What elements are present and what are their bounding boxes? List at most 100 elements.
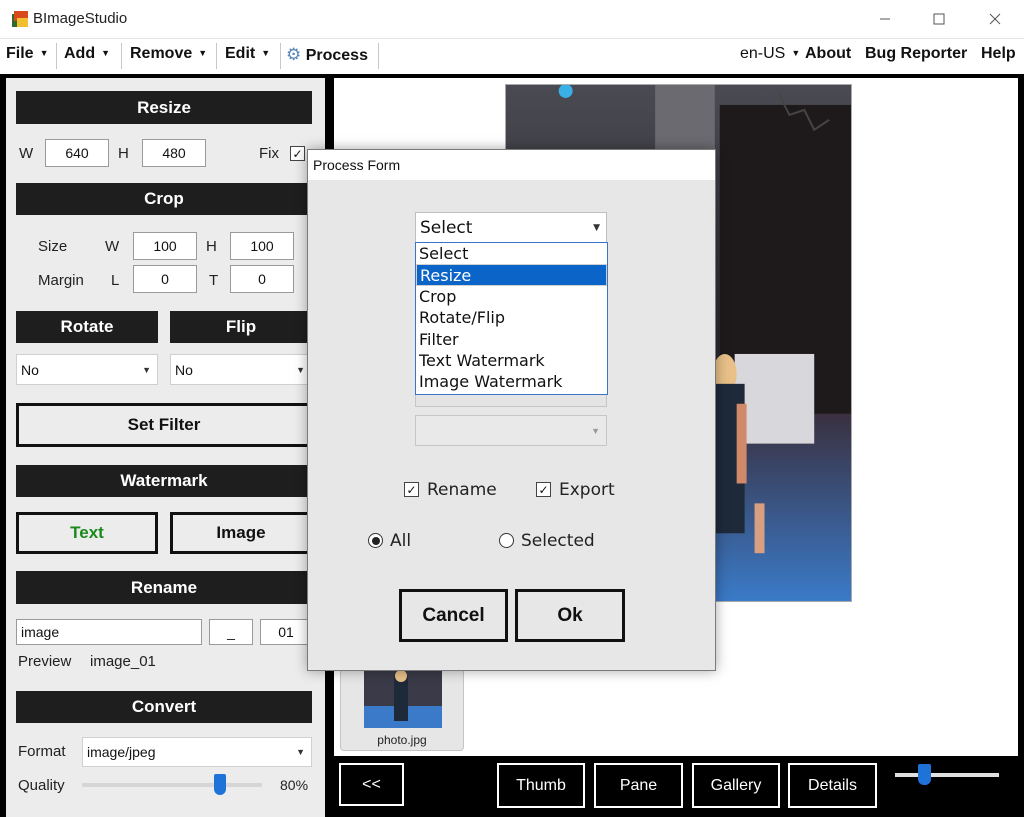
crop-margin-label: Margin xyxy=(38,272,84,289)
crop-left-input[interactable]: 0 xyxy=(133,265,197,293)
selected-radio[interactable] xyxy=(499,533,514,548)
dropdown-option[interactable]: Text Watermark xyxy=(416,350,607,371)
resize-height-input[interactable]: 480 xyxy=(142,139,206,167)
menu-process[interactable]: ⚙ Process xyxy=(286,45,368,65)
menu-about[interactable]: About xyxy=(805,45,851,63)
menu-bug-reporter[interactable]: Bug Reporter xyxy=(865,45,967,63)
rotate-select[interactable]: No ▼ xyxy=(16,354,158,385)
dropdown-option[interactable]: Select xyxy=(416,243,607,264)
rename-name-input[interactable]: image xyxy=(16,619,202,645)
menu-process-label: Process xyxy=(305,47,368,64)
menu-add[interactable]: Add ▼ xyxy=(64,45,110,63)
crop-size-label: Size xyxy=(38,238,68,255)
rename-preview-label: Preview xyxy=(18,653,72,670)
rename-checkbox[interactable]: ✓ xyxy=(404,482,419,497)
thumbnail-filename: photo.jpg xyxy=(377,733,427,747)
menu-file[interactable]: File ▼ xyxy=(6,45,48,63)
watermark-header: Watermark xyxy=(16,465,312,497)
process-form-dialog: Process Form Select ▼ ▼ Select Resize Crop… xyxy=(307,149,716,671)
close-window-button[interactable] xyxy=(972,0,1018,38)
menu-separator xyxy=(121,43,122,69)
dropdown-arrow-icon: ▼ xyxy=(296,747,305,757)
crop-height-input[interactable]: 100 xyxy=(230,232,294,260)
quality-label: Quality xyxy=(18,777,65,794)
rotate-select-value: No xyxy=(21,361,39,378)
resize-width-input[interactable]: 640 xyxy=(45,139,109,167)
crop-w-label: W xyxy=(105,238,120,255)
flip-select[interactable]: No ▼ xyxy=(170,354,312,385)
dropdown-option[interactable]: Crop xyxy=(416,286,607,307)
pane-view-button[interactable]: Pane xyxy=(594,763,683,808)
crop-width-input[interactable]: 100 xyxy=(133,232,197,260)
process-type-select[interactable]: Select ▼ xyxy=(415,212,607,243)
format-label: Format xyxy=(18,743,66,760)
all-radio[interactable] xyxy=(368,533,383,548)
cancel-button[interactable]: Cancel xyxy=(399,589,508,642)
flip-select-value: No xyxy=(175,361,193,378)
menu-edit[interactable]: Edit ▼ xyxy=(225,45,270,63)
dropdown-option[interactable]: Filter xyxy=(416,329,607,350)
check-icon: ✓ xyxy=(292,146,303,161)
ok-button[interactable]: Ok xyxy=(515,589,625,642)
dropdown-option[interactable]: Rotate/Flip xyxy=(416,307,607,328)
gallery-view-button[interactable]: Gallery xyxy=(692,763,780,808)
details-view-button[interactable]: Details xyxy=(788,763,877,808)
dropdown-arrow-icon: ▼ xyxy=(591,425,600,436)
zoom-slider-thumb[interactable] xyxy=(918,764,931,785)
menu-remove[interactable]: Remove ▼ xyxy=(130,45,207,63)
minimize-button[interactable] xyxy=(862,0,908,38)
rename-header: Rename xyxy=(16,571,312,604)
all-radio-label: All xyxy=(390,531,412,551)
selected-radio-label: Selected xyxy=(521,531,595,551)
crop-top-input[interactable]: 0 xyxy=(230,265,294,293)
export-checkbox[interactable]: ✓ xyxy=(536,482,551,497)
menu-remove-label: Remove xyxy=(130,45,193,62)
process-type-dropdown-list[interactable]: Select Resize Crop Rotate/Flip Filter Text Wa… xyxy=(415,242,608,395)
quality-slider-track[interactable] xyxy=(82,774,262,795)
thumbnail-item[interactable]: photo.jpg xyxy=(340,661,464,751)
quality-value: 80% xyxy=(280,777,309,793)
text-watermark-button[interactable]: Text xyxy=(16,512,158,554)
crop-h-label: H xyxy=(206,238,217,255)
dropdown-option[interactable]: Resize xyxy=(416,264,607,286)
set-filter-button[interactable]: Set Filter xyxy=(16,403,312,447)
chevron-down-icon: ▼ xyxy=(261,48,271,58)
image-watermark-button[interactable]: Image xyxy=(170,512,312,554)
menu-separator xyxy=(56,43,57,69)
thumbnail-image xyxy=(364,666,442,728)
dropdown-arrow-icon: ▼ xyxy=(593,222,600,233)
minimize-icon xyxy=(880,18,890,20)
frame-border xyxy=(1018,74,1024,817)
rename-separator-input[interactable]: _ xyxy=(209,619,253,645)
quality-slider-thumb[interactable] xyxy=(214,774,226,795)
dropdown-option[interactable]: Image Watermark xyxy=(416,371,607,392)
dropdown-arrow-icon: ▼ xyxy=(296,364,305,375)
radio-selected-dot xyxy=(371,536,380,545)
format-select[interactable]: image/jpeg ▼ xyxy=(82,737,312,767)
close-icon xyxy=(989,13,1001,25)
menu-language-label: en-US xyxy=(740,45,786,62)
format-select-value: image/jpeg xyxy=(87,744,156,760)
crop-header: Crop xyxy=(16,183,312,215)
menu-language[interactable]: en-US ▼ xyxy=(740,45,800,63)
process-option-select[interactable]: ▼ xyxy=(415,415,607,446)
menu-separator xyxy=(280,43,281,69)
rename-start-input[interactable]: 01 xyxy=(260,619,312,645)
fix-label: Fix xyxy=(259,145,279,162)
flip-header: Flip xyxy=(170,311,312,343)
rotate-header: Rotate xyxy=(16,311,158,343)
maximize-button[interactable] xyxy=(916,0,962,38)
zoom-slider-track[interactable] xyxy=(895,764,999,785)
menu-edit-label: Edit xyxy=(225,45,256,62)
chevron-down-icon: ▼ xyxy=(39,48,49,58)
menu-help[interactable]: Help xyxy=(981,45,1016,63)
menu-file-label: File xyxy=(6,45,34,62)
thumb-view-button[interactable]: Thumb xyxy=(497,763,585,808)
back-button[interactable]: << xyxy=(339,763,404,806)
resize-h-label: H xyxy=(118,145,129,162)
resize-w-label: W xyxy=(19,145,34,162)
resize-header: Resize xyxy=(16,91,312,124)
process-type-select-value: Select xyxy=(420,217,473,238)
fix-checkbox[interactable]: ✓ xyxy=(290,146,305,161)
dialog-title: Process Form xyxy=(308,150,715,180)
